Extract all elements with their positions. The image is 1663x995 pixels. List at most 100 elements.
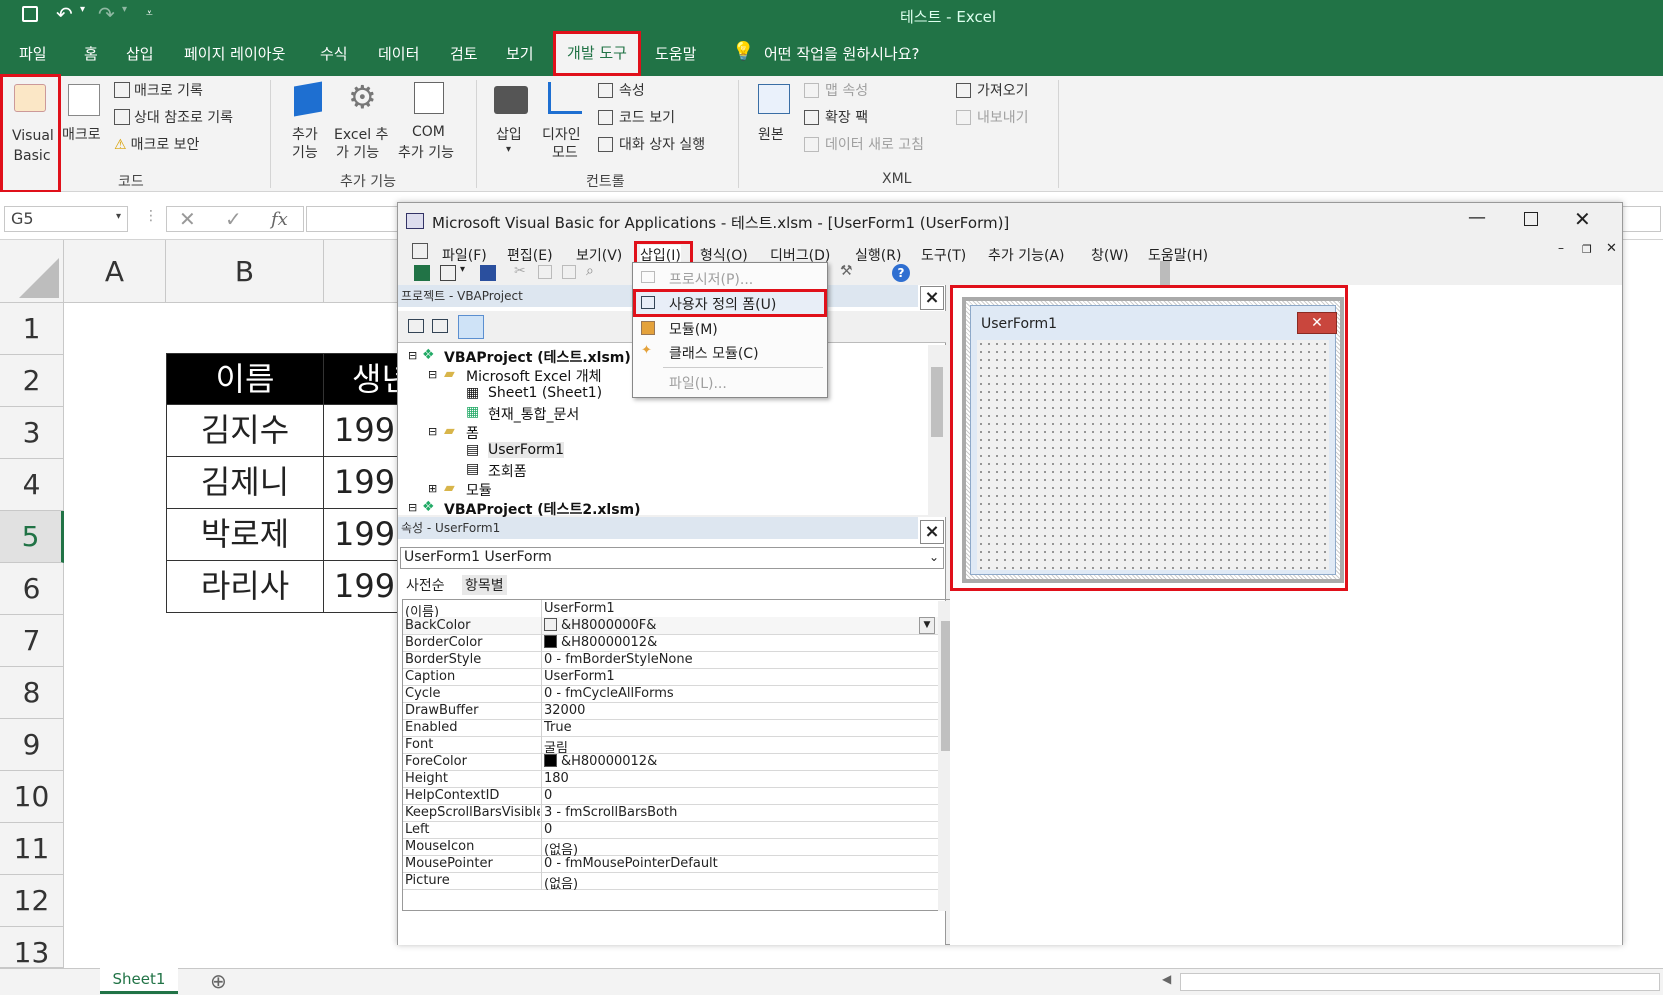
tab-developer[interactable]: 개발 도구 — [553, 31, 641, 76]
toolbar-scroll[interactable] — [1160, 261, 1170, 285]
view-object-icon[interactable] — [432, 319, 448, 333]
property-row[interactable]: BorderStyle 0 - fmBorderStyleNone — [403, 651, 966, 669]
save-icon[interactable] — [22, 6, 38, 22]
macro-security-button[interactable]: ⚠ 매크로 보안 — [114, 134, 199, 154]
undo-dropdown-icon[interactable]: ▾ — [80, 4, 85, 15]
tree-workbook[interactable]: 현재_통합_문서 — [488, 404, 579, 424]
insert-control-button[interactable]: 삽입 ▾ — [492, 76, 532, 166]
view-code-icon[interactable] — [408, 319, 424, 333]
tell-me-box[interactable]: 어떤 작업을 원하시나요? — [764, 43, 920, 64]
customize-qat-icon[interactable]: ⩡ — [146, 6, 153, 21]
visual-basic-button[interactable]: Visual Basic — [0, 76, 60, 192]
tree-lookup-form[interactable]: 조회폼 — [488, 461, 527, 481]
chevron-down-icon[interactable]: ▾ — [460, 264, 465, 275]
property-row[interactable]: ForeColor &H80000012& — [403, 753, 966, 771]
table-header-cell[interactable]: 이름 — [166, 353, 324, 405]
tab-help[interactable]: 도움말 — [655, 43, 696, 64]
row-header[interactable]: 12 — [0, 875, 64, 927]
tree-userform1[interactable]: UserForm1 — [488, 442, 565, 458]
row-header[interactable]: 4 — [0, 459, 64, 511]
redo-dropdown-icon[interactable]: ▾ — [122, 4, 127, 15]
property-row[interactable]: Font 굴림 — [403, 736, 966, 756]
property-value[interactable]: True — [544, 720, 939, 735]
userform-canvas[interactable] — [977, 340, 1329, 570]
property-value[interactable]: 0 — [544, 822, 939, 837]
view-excel-icon[interactable] — [414, 265, 430, 281]
property-value[interactable]: 0 - fmMousePointerDefault — [544, 856, 939, 871]
tab-insert[interactable]: 삽입 — [126, 43, 154, 64]
tab-home[interactable]: 홈 — [84, 43, 98, 64]
close-icon[interactable]: × — [920, 520, 944, 544]
property-value[interactable]: UserForm1 — [544, 601, 939, 616]
property-value[interactable]: &H8000000F& — [544, 618, 939, 633]
menu-item-userform-row[interactable]: 사용자 정의 폼(U) — [635, 291, 825, 315]
tab-review[interactable]: 검토 — [450, 43, 478, 64]
toggle-folders-icon[interactable] — [458, 315, 484, 339]
property-value[interactable]: 0 - fmBorderStyleNone — [544, 652, 939, 667]
table-cell[interactable]: 1997 — [323, 508, 403, 561]
property-row[interactable]: Caption UserForm1 — [403, 668, 966, 686]
paste-icon[interactable] — [562, 265, 576, 279]
addins-button[interactable]: 추가 기능 — [290, 76, 330, 166]
column-header-b[interactable]: B — [166, 240, 324, 303]
row-header[interactable]: 8 — [0, 667, 64, 719]
copy-icon[interactable] — [538, 265, 552, 279]
property-row[interactable]: HelpContextID 0 — [403, 787, 966, 805]
tree-collapse-icon[interactable]: ⊟ — [428, 425, 437, 438]
row-header[interactable]: 3 — [0, 407, 64, 459]
property-value[interactable]: 32000 — [544, 703, 939, 718]
scrollbar-thumb[interactable] — [931, 367, 943, 437]
select-all-corner[interactable] — [0, 240, 64, 303]
table-header-cell[interactable]: 생년 — [323, 353, 403, 405]
tab-page-layout[interactable]: 페이지 레이아웃 — [184, 43, 285, 64]
property-value[interactable]: &H80000012& — [544, 754, 939, 769]
property-row[interactable]: KeepScrollBarsVisible 3 - fmScrollBarsBot… — [403, 804, 966, 822]
macro-button[interactable]: 매크로 — [62, 76, 110, 192]
tree-excel-objects[interactable]: Microsoft Excel 개체 — [466, 366, 601, 386]
tree-collapse-icon[interactable]: ⊟ — [428, 368, 437, 381]
mdi-close-icon[interactable]: ✕ — [1606, 241, 1617, 256]
table-cell[interactable]: 김제니 — [166, 456, 324, 509]
tree-sheet1[interactable]: Sheet1 (Sheet1) — [488, 385, 602, 401]
tree-modules[interactable]: 모듈 — [466, 480, 492, 500]
view-code-button[interactable]: 코드 보기 — [598, 107, 675, 127]
table-cell[interactable]: 1997 — [323, 560, 403, 613]
redo-icon[interactable]: ↷ — [98, 2, 115, 26]
row-header-selected[interactable]: 5 — [0, 511, 64, 563]
sheet-tab[interactable]: Sheet1 — [100, 968, 178, 994]
column-header-a[interactable]: A — [64, 240, 166, 303]
relative-ref-button[interactable]: 상대 참조로 기록 — [114, 107, 233, 127]
property-row[interactable]: DrawBuffer 32000 — [403, 702, 966, 720]
insert-userform-icon[interactable] — [440, 265, 456, 281]
tree-forms[interactable]: 폼 — [466, 423, 479, 443]
tree-project-2[interactable]: VBAProject (테스트2.xlsm) — [444, 499, 641, 519]
tab-alphabetic[interactable]: 사전순 — [406, 575, 445, 595]
table-cell[interactable]: 1995 — [323, 404, 403, 457]
property-row[interactable]: Picture (없음) — [403, 872, 966, 892]
tree-collapse-icon[interactable]: ⊟ — [408, 349, 417, 362]
property-row[interactable]: BorderColor &H80000012& — [403, 634, 966, 652]
row-header[interactable]: 2 — [0, 355, 64, 407]
tab-data[interactable]: 데이터 — [378, 43, 419, 64]
excel-addins-button[interactable]: ⚙ Excel 추 가 기능 — [334, 76, 394, 166]
property-row[interactable]: MousePointer 0 - fmMousePointerDefault — [403, 855, 966, 873]
property-value[interactable]: 0 — [544, 788, 939, 803]
tab-formulas[interactable]: 수식 — [320, 43, 348, 64]
vertical-scrollbar[interactable] — [928, 345, 946, 515]
design-mode-button[interactable]: 디자인 모드 — [542, 76, 592, 166]
row-header[interactable]: 7 — [0, 615, 64, 667]
row-header[interactable]: 6 — [0, 563, 64, 615]
chevron-down-icon[interactable]: ▼ — [919, 617, 935, 634]
toolbox-icon[interactable]: ⚒ — [840, 263, 853, 279]
record-macro-button[interactable]: 매크로 기록 — [114, 80, 203, 100]
userform-selection[interactable]: UserForm1 ✕ — [962, 297, 1344, 583]
mdi-minimize-icon[interactable]: – — [1558, 241, 1564, 255]
com-addins-button[interactable]: COM 추가 기능 — [398, 76, 468, 166]
property-row[interactable]: Left 0 — [403, 821, 966, 839]
tree-expand-icon[interactable]: ⊞ — [428, 482, 437, 495]
property-value[interactable]: &H80000012& — [544, 635, 939, 650]
close-icon[interactable]: ✕ — [1574, 207, 1591, 231]
scroll-left-icon[interactable]: ◀ — [1162, 972, 1171, 986]
property-value[interactable]: UserForm1 — [544, 669, 939, 684]
row-header[interactable]: 9 — [0, 719, 64, 771]
